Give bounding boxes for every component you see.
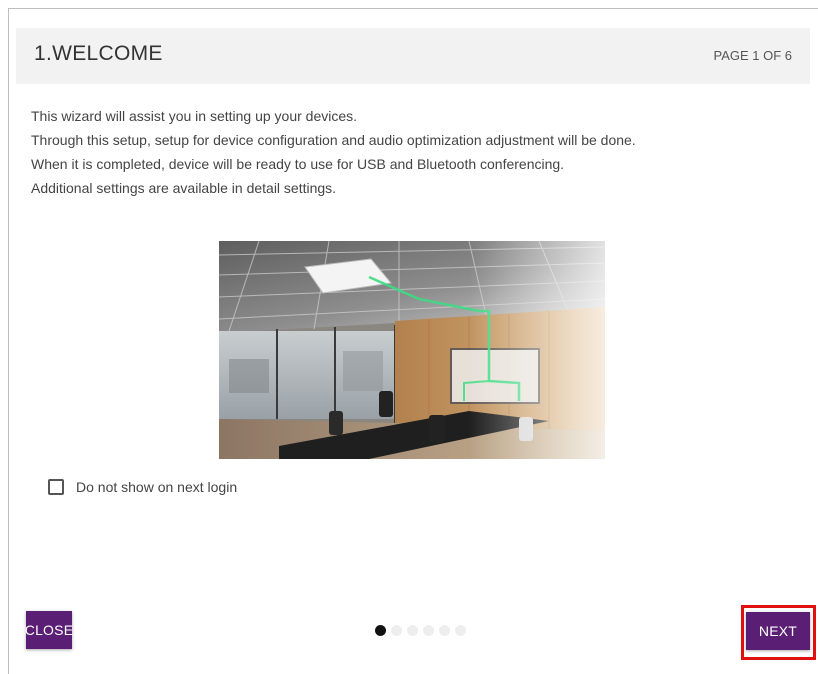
pagination-dot	[455, 625, 466, 636]
description-line: This wizard will assist you in setting u…	[31, 108, 358, 124]
dont-show-again-row[interactable]: Do not show on next login	[48, 476, 237, 498]
page-indicator: PAGE 1 OF 6	[713, 48, 792, 63]
checkbox-empty-icon[interactable]	[48, 479, 64, 495]
close-button[interactable]: CLOSE	[25, 611, 73, 649]
description-line: Additional settings are available in det…	[31, 180, 337, 196]
pagination-dot	[391, 625, 402, 636]
pagination-dot-active	[375, 625, 386, 636]
pagination-dot	[439, 625, 450, 636]
conference-room-image	[219, 241, 605, 459]
description-line: Through this setup, setup for device con…	[31, 132, 636, 148]
dont-show-again-label[interactable]: Do not show on next login	[76, 479, 237, 495]
page-title: 1.WELCOME	[34, 42, 163, 65]
pagination-dot	[423, 625, 434, 636]
next-button[interactable]: NEXT	[746, 612, 810, 650]
welcome-description: This wizard will assist you in setting u…	[31, 104, 801, 200]
pagination-dots	[375, 625, 466, 636]
pagination-dot	[407, 625, 418, 636]
description-line: When it is completed, device will be rea…	[31, 156, 565, 172]
conference-room-illustration	[219, 241, 605, 459]
wizard-header: 1.WELCOME PAGE 1 OF 6	[16, 28, 810, 84]
